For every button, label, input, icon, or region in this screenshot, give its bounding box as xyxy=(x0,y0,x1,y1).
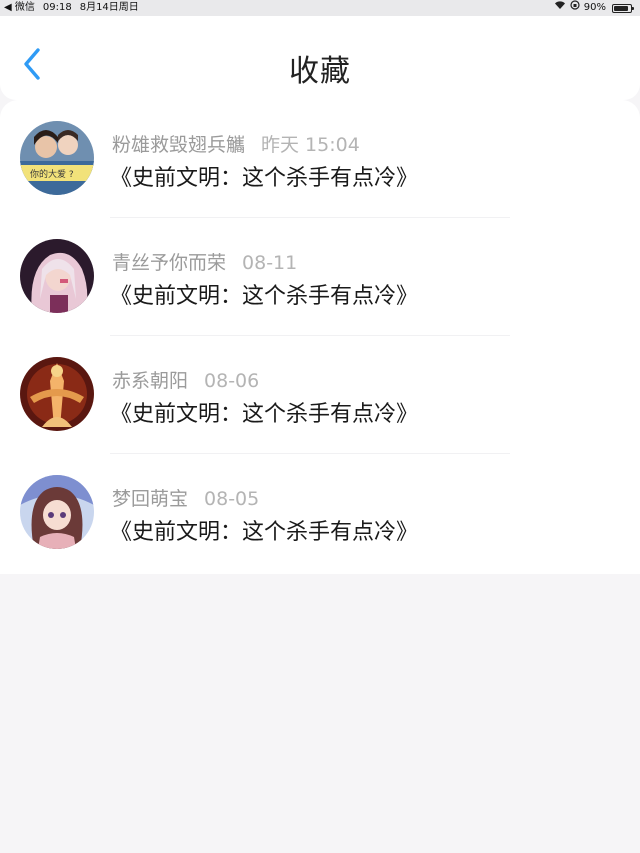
status-date: 8月14日周日 xyxy=(79,2,139,13)
wifi-icon xyxy=(554,0,566,16)
favorites-list: 你的大爱 ? 粉雄救毁翅兵觿 昨天 15:04 《史前文明：这个杀手有点冷》 青丝… xyxy=(0,100,640,574)
svg-text:你的大爱 ?: 你的大爱 ? xyxy=(30,168,74,180)
list-item[interactable]: 赤系朝阳 08-06 《史前文明：这个杀手有点冷》 xyxy=(0,336,640,454)
list-item[interactable]: 青丝予你而荣 08-11 《史前文明：这个杀手有点冷》 xyxy=(0,218,640,336)
status-bar: ◀ 微信 09:18 8月14日周日 90% xyxy=(0,0,640,16)
list-item[interactable]: 梦回萌宝 08-05 《史前文明：这个杀手有点冷》 xyxy=(0,454,640,572)
battery-icon xyxy=(612,3,634,13)
avatar[interactable] xyxy=(20,357,94,431)
favorite-title: 《史前文明：这个杀手有点冷》 xyxy=(110,520,419,545)
favorite-title: 《史前文明：这个杀手有点冷》 xyxy=(110,166,419,191)
favorite-title: 《史前文明：这个杀手有点冷》 xyxy=(110,284,419,309)
avatar[interactable] xyxy=(20,475,94,549)
list-item[interactable]: 你的大爱 ? 粉雄救毁翅兵觿 昨天 15:04 《史前文明：这个杀手有点冷》 xyxy=(0,100,640,218)
timestamp: 08-06 xyxy=(204,370,260,392)
page-title: 收藏 xyxy=(289,54,351,89)
username: 赤系朝阳 xyxy=(112,370,189,392)
timestamp: 昨天 15:04 xyxy=(261,134,360,156)
timestamp: 08-05 xyxy=(204,488,260,510)
nav-bar: 收藏 xyxy=(0,16,640,100)
username: 梦回萌宝 xyxy=(112,488,189,510)
avatar[interactable]: 你的大爱 ? xyxy=(20,121,94,195)
orientation-lock-icon xyxy=(570,0,580,16)
avatar[interactable] xyxy=(20,239,94,313)
favorite-title: 《史前文明：这个杀手有点冷》 xyxy=(110,402,419,427)
back-to-app-link[interactable]: ◀ 微信 xyxy=(4,0,35,16)
username: 青丝予你而荣 xyxy=(112,252,227,274)
status-time: 09:18 xyxy=(42,2,72,13)
username: 粉雄救毁翅兵觿 xyxy=(112,134,246,156)
battery-percent: 90% xyxy=(583,2,606,13)
timestamp: 08-11 xyxy=(242,252,298,274)
